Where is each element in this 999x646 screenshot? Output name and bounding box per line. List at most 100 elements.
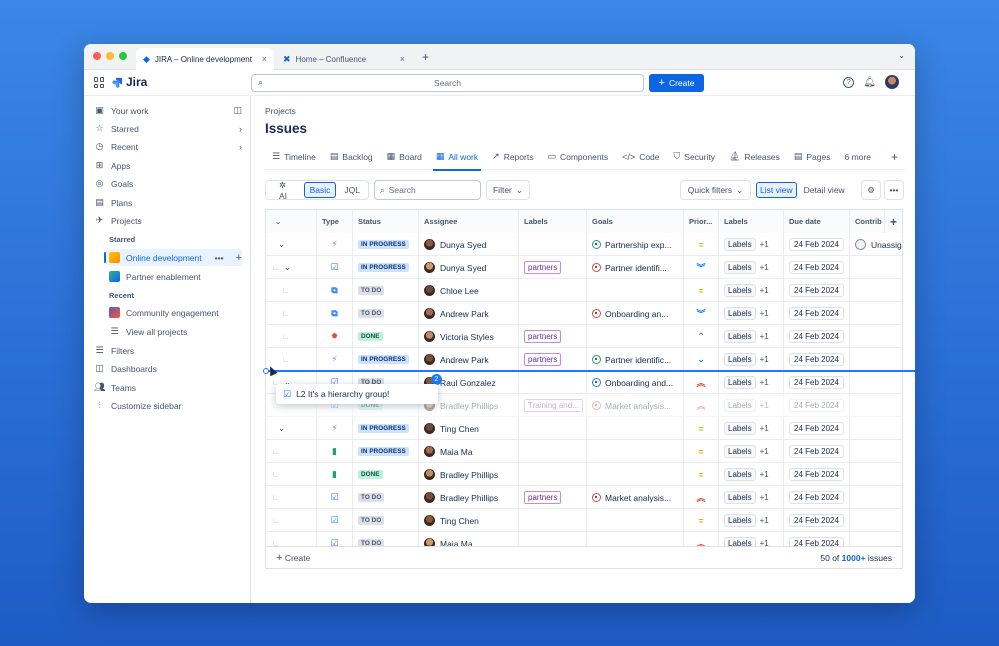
table-row[interactable]: ∟ ⌄ ☑ IN PROGRESS Dunya Syed partners Partner …	[266, 256, 902, 279]
status-badge[interactable]: IN PROGRESS	[358, 263, 409, 272]
priority-cell[interactable]: =	[684, 417, 719, 440]
labels-chip[interactable]: Labels	[724, 491, 756, 504]
close-window-button[interactable]	[93, 52, 101, 60]
labels2-cell[interactable]: Labels +1	[719, 463, 784, 486]
sidebar-item-goals[interactable]: ◎ Goals	[94, 175, 242, 192]
labels2-cell[interactable]: Labels +1	[719, 256, 784, 279]
goals-cell[interactable]	[587, 463, 684, 486]
labels-chip[interactable]: Labels	[724, 284, 756, 297]
table-row[interactable]: ∟ ✹ DONE Victoria Styles partners ⌃ Labels +1 24…	[266, 325, 902, 348]
status-badge[interactable]: TO DO	[358, 309, 385, 318]
due-date[interactable]: 24 Feb 2024	[789, 537, 844, 546]
goals-cell[interactable]: Partner identifi...	[587, 256, 684, 279]
new-tab-icon[interactable]: +	[422, 50, 429, 64]
assignee-cell[interactable]: Bradley Phillips	[419, 463, 519, 486]
sidebar-item-projects[interactable]: ✈ Projects	[94, 212, 242, 229]
sidebar-item-community-engagement[interactable]: Community engagement	[109, 304, 242, 321]
sidebar-item-teams[interactable]: 👥︎ Teams	[94, 379, 242, 396]
status-badge[interactable]: IN PROGRESS	[358, 424, 409, 433]
type-cell[interactable]: ⚡︎	[317, 233, 353, 256]
status-cell[interactable]: IN PROGRESS	[353, 417, 419, 440]
issue-search-input[interactable]: ⌕ Search	[374, 180, 481, 200]
labels2-cell[interactable]: Labels +1	[719, 348, 784, 371]
chevron-down-icon[interactable]: ⌄	[284, 262, 291, 273]
labels-cell[interactable]: partners	[519, 325, 587, 348]
due-date-cell[interactable]: 24 Feb 2024	[784, 440, 850, 463]
labels2-cell[interactable]: Labels +1	[719, 486, 784, 509]
labels-more-count[interactable]: +1	[760, 355, 769, 364]
labels-more-count[interactable]: +1	[760, 401, 769, 410]
type-cell[interactable]: ✹	[317, 325, 353, 348]
goals-cell[interactable]: Onboarding and...	[587, 371, 684, 394]
type-cell[interactable]: ☑	[317, 509, 353, 532]
status-badge[interactable]: DONE	[358, 470, 383, 479]
labels-cell[interactable]	[519, 463, 587, 486]
goals-cell[interactable]	[587, 325, 684, 348]
labels-chip[interactable]: Labels	[724, 422, 756, 435]
close-tab-icon[interactable]: ×	[262, 54, 267, 64]
table-row[interactable]: ∟ ▮ IN PROGRESS Maia Ma = Labels +1 24 Feb 2024	[266, 440, 902, 463]
labels-chip[interactable]: Labels	[724, 514, 756, 527]
contributors-cell[interactable]	[850, 302, 902, 325]
type-cell[interactable]: ▮	[317, 440, 353, 463]
priority-cell[interactable]: ︾	[684, 302, 719, 325]
goals-cell[interactable]: Market analysis...	[587, 486, 684, 509]
contributors-cell[interactable]	[850, 256, 902, 279]
labels-cell[interactable]	[519, 417, 587, 440]
labels2-cell[interactable]: Labels +1	[719, 325, 784, 348]
label-tag[interactable]: partners	[524, 330, 562, 343]
labels2-cell[interactable]: Labels +1	[719, 371, 784, 394]
table-row[interactable]: ∟ ⧉ TO DO Chloe Lee = Labels +1 24 Feb 2024	[266, 279, 902, 302]
goals-cell[interactable]	[587, 532, 684, 546]
assignee-cell[interactable]: Ting Chen	[419, 417, 519, 440]
chevron-down-icon[interactable]: ⌄	[278, 239, 285, 250]
contributors-cell[interactable]	[850, 348, 902, 371]
labels-cell[interactable]	[519, 371, 587, 394]
labels2-cell[interactable]: Labels +1	[719, 279, 784, 302]
type-cell[interactable]: ☑	[317, 532, 353, 546]
contributors-cell[interactable]	[850, 509, 902, 532]
priority-cell[interactable]: ︽	[684, 371, 719, 394]
priority-cell[interactable]: ︽	[684, 394, 719, 417]
priority-cell[interactable]: ⌄	[684, 348, 719, 371]
priority-cell[interactable]: ︾	[684, 256, 719, 279]
breadcrumb[interactable]: Projects	[265, 106, 296, 116]
due-date-cell[interactable]: 24 Feb 2024	[784, 486, 850, 509]
due-date[interactable]: 24 Feb 2024	[789, 422, 844, 435]
goals-cell[interactable]: Partnership exp...	[587, 233, 684, 256]
goal-text[interactable]: Market analysis...	[605, 401, 671, 411]
tab-releases[interactable]: ⛵︎ Releases	[722, 144, 787, 170]
due-date-cell[interactable]: 24 Feb 2024	[784, 256, 850, 279]
assignee-cell[interactable]: Victoria Styles	[419, 325, 519, 348]
labels-chip[interactable]: Labels	[724, 330, 756, 343]
labels-chip[interactable]: Labels	[724, 307, 756, 320]
tab-more[interactable]: 6 more	[838, 144, 878, 170]
sidebar-item-plans[interactable]: ▤ Plans	[94, 194, 242, 211]
sidebar-item-recent[interactable]: ◷ Recent ›	[94, 138, 242, 155]
status-badge[interactable]: DONE	[358, 332, 383, 341]
due-date-cell[interactable]: 24 Feb 2024	[784, 532, 850, 546]
type-cell[interactable]: ⧉	[317, 302, 353, 325]
labels-cell[interactable]: partners	[519, 256, 587, 279]
sidebar-item-customize[interactable]: ⫶ Customize sidebar	[94, 397, 242, 414]
goals-cell[interactable]: Onboarding an...	[587, 302, 684, 325]
due-date[interactable]: 24 Feb 2024	[789, 284, 844, 297]
status-cell[interactable]: DONE	[353, 325, 419, 348]
status-cell[interactable]: TO DO	[353, 509, 419, 532]
labels-more-count[interactable]: +1	[760, 240, 769, 249]
table-row[interactable]: ∟ ☑ TO DO Bradley Phillips partners Market an…	[266, 486, 902, 509]
view-settings-button[interactable]: ⚙︎	[861, 180, 881, 200]
labels-chip[interactable]: Labels	[724, 468, 756, 481]
labels-cell[interactable]	[519, 302, 587, 325]
due-date-cell[interactable]: 24 Feb 2024	[784, 417, 850, 440]
due-date-cell[interactable]: 24 Feb 2024	[784, 394, 850, 417]
jira-logo[interactable]: Jira	[112, 75, 147, 89]
priority-cell[interactable]: =	[684, 509, 719, 532]
more-actions-button[interactable]: •••	[884, 180, 904, 200]
status-cell[interactable]: IN PROGRESS	[353, 233, 419, 256]
column-header-assignee[interactable]: Assignee	[419, 210, 519, 233]
label-tag[interactable]: Training and...	[524, 399, 583, 412]
table-row[interactable]: ∟ ☑ TO DO Maia Ma ︽ Labels +1 24 Feb 2024	[266, 532, 902, 546]
goal-text[interactable]: Onboarding an...	[605, 309, 668, 319]
add-icon[interactable]: +	[236, 252, 242, 264]
